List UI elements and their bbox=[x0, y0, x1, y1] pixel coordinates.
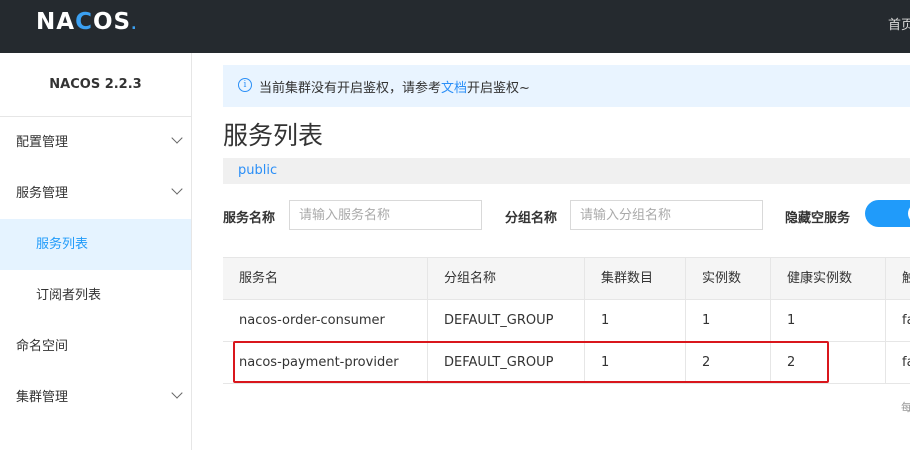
notice-text: 当前集群没有开启鉴权，请参考文档开启鉴权~ bbox=[259, 77, 530, 96]
info-icon: i bbox=[238, 78, 252, 92]
hide-empty-toggle[interactable] bbox=[865, 200, 910, 227]
cell-group-name: DEFAULT_GROUP bbox=[428, 342, 585, 383]
cell-group-name: DEFAULT_GROUP bbox=[428, 300, 585, 341]
cell-service-name: nacos-payment-provider bbox=[223, 342, 428, 383]
sidebar-item-label: 订阅者列表 bbox=[36, 288, 102, 303]
sidebar-item-label: 集群管理 bbox=[16, 390, 69, 405]
sidebar-item-label: 服务管理 bbox=[16, 186, 69, 201]
header-instance-count: 实例数 bbox=[686, 258, 771, 299]
sidebar-item-cluster-management[interactable]: 集群管理 bbox=[0, 372, 191, 423]
service-name-label: 服务名称 bbox=[223, 211, 276, 226]
pagination-label: 每 bbox=[901, 401, 910, 414]
version-label: NACOS 2.2.3 bbox=[0, 53, 191, 117]
cell-healthy-count: 2 bbox=[771, 342, 886, 383]
page-title: 服务列表 bbox=[223, 121, 324, 150]
header-trigger: 触 bbox=[902, 271, 910, 286]
cell-healthy-count: 1 bbox=[771, 300, 886, 341]
nav-home-link[interactable]: 首页 bbox=[888, 14, 910, 33]
cell-cluster-count: 1 bbox=[585, 342, 686, 383]
header-group-name: 分组名称 bbox=[428, 258, 585, 299]
logo-dot: . bbox=[131, 17, 138, 33]
group-name-label: 分组名称 bbox=[505, 211, 558, 226]
chevron-down-icon bbox=[171, 387, 183, 399]
table-header-row: 服务名 分组名称 集群数目 实例数 健康实例数 触 bbox=[223, 258, 910, 300]
namespace-public[interactable]: public bbox=[238, 163, 277, 178]
sidebar: NACOS 2.2.3 配置管理 服务管理 服务列表 订阅者列表 命名空间 集群… bbox=[0, 53, 192, 450]
logo-text-c: C bbox=[75, 9, 93, 35]
auth-notice: i 当前集群没有开启鉴权，请参考文档开启鉴权~ bbox=[223, 65, 910, 107]
group-name-input[interactable] bbox=[570, 200, 763, 230]
logo-text-os: OS bbox=[92, 9, 132, 35]
table-row: nacos-payment-provider DEFAULT_GROUP 1 2… bbox=[223, 342, 910, 384]
header-healthy-instance-count: 健康实例数 bbox=[771, 258, 886, 299]
notice-text-after: 开启鉴权~ bbox=[467, 81, 530, 96]
chevron-down-icon bbox=[171, 132, 183, 144]
service-name-input[interactable] bbox=[289, 200, 482, 230]
cell-instance-count: 2 bbox=[686, 342, 771, 383]
sidebar-item-label: 配置管理 bbox=[16, 135, 69, 150]
cell-service-name: nacos-order-consumer bbox=[223, 300, 428, 341]
header-cluster-count: 集群数目 bbox=[585, 258, 686, 299]
sidebar-item-label: 命名空间 bbox=[16, 339, 69, 354]
nacos-logo[interactable]: NACOS. bbox=[36, 9, 137, 35]
docs-link[interactable]: 文档 bbox=[441, 81, 467, 96]
logo-text-na: NA bbox=[36, 9, 76, 35]
cell-cluster-count: 1 bbox=[585, 300, 686, 341]
header-service-name: 服务名 bbox=[223, 258, 428, 299]
sidebar-item-label: 服务列表 bbox=[36, 237, 89, 252]
sidebar-item-config-management[interactable]: 配置管理 bbox=[0, 117, 191, 168]
chevron-down-icon bbox=[171, 183, 183, 195]
sidebar-item-namespace[interactable]: 命名空间 bbox=[0, 321, 191, 372]
sidebar-item-subscriber-list[interactable]: 订阅者列表 bbox=[0, 270, 191, 321]
sidebar-item-service-list[interactable]: 服务列表 bbox=[0, 219, 191, 270]
hide-empty-label: 隐藏空服务 bbox=[785, 211, 851, 226]
table-row: nacos-order-consumer DEFAULT_GROUP 1 1 1… bbox=[223, 300, 910, 342]
cell-instance-count: 1 bbox=[686, 300, 771, 341]
namespace-bar: public bbox=[223, 158, 910, 184]
cell-trigger: fa bbox=[902, 313, 910, 328]
notice-text-before: 当前集群没有开启鉴权，请参考 bbox=[259, 81, 442, 96]
cell-trigger: fa bbox=[902, 355, 910, 370]
service-table: 服务名 分组名称 集群数目 实例数 健康实例数 触 nacos-order-co… bbox=[223, 257, 910, 384]
top-navbar: NACOS. 首页 bbox=[0, 0, 910, 53]
sidebar-item-service-management[interactable]: 服务管理 bbox=[0, 168, 191, 219]
